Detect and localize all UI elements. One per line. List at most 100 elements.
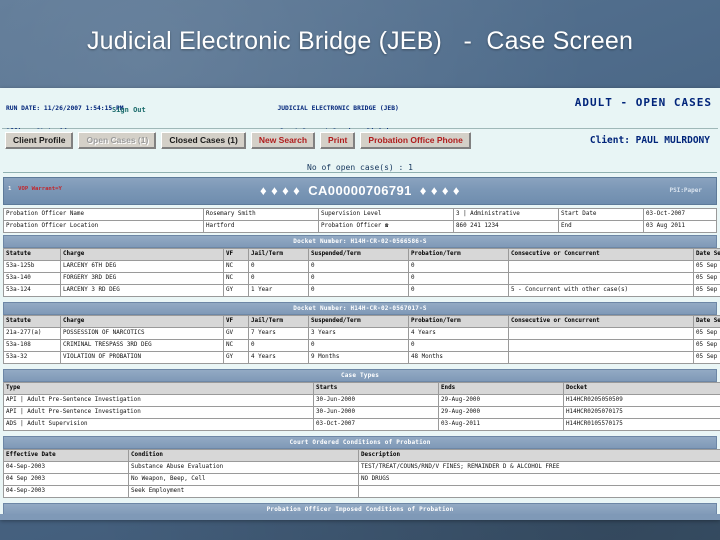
table-cell: GY [223,351,249,364]
column-header: Ends [438,382,564,395]
table-cell: H14HCR0205050509 [563,394,720,407]
table-cell: 04 Sep 2003 [3,473,129,486]
table-cell: 05 Sep 2003 [693,351,720,364]
table-cell: GV [223,327,249,340]
po-phone-value: 860 241 1234 [453,220,559,233]
table-row[interactable]: 04-Sep-2003 Substance Abuse Evaluation TES… [3,461,720,474]
column-header: Statute [3,248,61,261]
table-cell: 21a-277(a) [3,327,61,340]
table-cell: CRIMINAL TRESPASS 3RD DEG [60,339,224,352]
end-date-value: 03 Aug 2011 [643,220,717,233]
table-cell: GY [223,284,249,297]
column-header: Effective Date [3,449,129,462]
section-title: Court Ordered Conditions of Probation [3,436,717,449]
column-header: Charge [60,248,224,261]
table-cell: 53a-124 [3,284,61,297]
table-row[interactable]: 21a-277(a) POSSESSION OF NARCOTICS GV 7 Yea… [3,327,720,340]
column-header: Description [358,449,720,462]
table-cell [358,485,720,498]
table-row: Probation Officer Location Hartford Prob… [3,220,717,233]
status-bar [0,514,720,520]
data-table: Type Starts Ends Docket API | Adult Pre-Sent… [3,382,720,431]
toolbar-button-probation-office-phone[interactable]: Probation Office Phone [360,132,471,149]
table-cell: LARCENY 3 RD DEG [60,284,224,297]
section-title: Docket Number: H14H-CR-02-0567017-S [3,302,717,315]
table-cell: 7 Years [248,327,309,340]
table-cell: 0 [308,260,409,273]
open-case-count: No of open case(s) : 1 [307,163,413,172]
table-row[interactable]: 53a-32 VIOLATION OF PROBATION GY 4 Years 9 M… [3,351,720,364]
run-date: RUN DATE: 11/26/2007 1:54:15 PM [6,105,124,113]
column-header: Condition [128,449,359,462]
table-cell: Substance Abuse Evaluation [128,461,359,474]
column-header: Type [3,382,314,395]
table-cell: 05 Sep 2003 [693,284,720,297]
table-row[interactable]: 53a-125bLARCENY 6TH DEGNC00005 Sep 2003 [3,260,720,273]
table-row[interactable]: 04 Sep 2003 No Weapon, Beep, Cell NO DRUGS [3,473,720,486]
table-cell: 48 Months [408,351,509,364]
table-cell: 1 Year [248,284,309,297]
table-cell: 05 Sep 2003 [693,272,720,285]
page-title: Judicial Electronic Bridge (JEB) - Case … [86,27,634,55]
case-banner[interactable]: 1 VOP Warrant=Y ♦ ♦ ♦ ♦ CA00000706791 ♦ … [3,177,717,205]
column-header: Docket [563,382,720,395]
table-cell: 30-Jun-2000 [313,406,439,419]
dots-right: ♦ ♦ ♦ ♦ [419,183,460,198]
toolbar-button-client-profile[interactable]: Client Profile [5,132,74,149]
toolbar-button-print[interactable]: Print [320,132,356,149]
po-name-label: Probation Officer Name [3,208,204,221]
table-cell: 4 Years [248,351,309,364]
table-row[interactable]: API | Adult Pre-Sentence Investigation 30… [3,394,720,407]
table-cell: 53a-140 [3,272,61,285]
mode-label: ADULT - OPEN CASES [574,96,712,109]
table-cell: 29-Aug-2000 [438,394,564,407]
po-phone-label: Probation Officer ☎ [318,220,454,233]
table-row[interactable]: 04-Sep-2003 Seek Employment [3,485,720,498]
section-title: Case Types [3,369,717,382]
column-header: Charge [60,315,224,328]
sign-out-link[interactable]: Sign Out [112,106,146,114]
case-detail-sections: Docket Number: H14H-CR-02-0566586-S Statu… [0,235,720,520]
section-title: Docket Number: H14H-CR-02-0566586-S [3,235,717,248]
table-cell: 0 [408,284,509,297]
table-cell: 53a-108 [3,339,61,352]
table-cell: 03-Aug-2011 [438,418,564,431]
table-cell: 0 [308,339,409,352]
column-header: Suspended/Term [308,315,409,328]
table-cell: API | Adult Pre-Sentence Investigation [3,394,314,407]
table-row: Probation Officer Name Rosemary Smith Su… [3,208,717,221]
table-header-row: Effective DateConditionDescription [3,449,720,462]
table-cell: 0 [308,284,409,297]
column-header: Probation/Term [408,248,509,261]
table-cell: 5 - Concurrent with other case(s) [508,284,694,297]
table-row[interactable]: ADS | Adult Supervision 03-Oct-2007 03-Aug… [3,418,720,431]
table-row[interactable]: 53a-140FORGERY 3RD DEGNC00005 Sep 2003 [3,272,720,285]
table-cell: 53a-125b [3,260,61,273]
toolbar-button-new-search[interactable]: New Search [250,132,316,149]
toolbar-button-closed-cases-1[interactable]: Closed Cases (1) [161,132,246,149]
table-row[interactable]: 53a-124 LARCENY 3 RD DEG GY 1 Year 0 0 5 - Con… [3,284,720,297]
table-cell: 3 Years [308,327,409,340]
table-header-row: Statute Charge VF Jail/Term Suspended/Term Pr… [3,248,720,261]
column-header: VF [223,248,249,261]
table-cell: POSSESSION OF NARCOTICS [60,327,224,340]
app-header: RUN DATE: 11/26/2007 1:54:15 PM Office: … [0,88,720,158]
table-cell: FORGERY 3RD DEG [60,272,224,285]
org-line-1: JUDICIAL ELECTRONIC BRIDGE (JEB) [277,105,399,113]
table-cell [508,339,694,352]
po-name-value: Rosemary Smith [203,208,319,221]
column-header: Jail/Term [248,315,309,328]
end-date-label: End [558,220,644,233]
probation-officer-table: Probation Officer Name Rosemary Smith Su… [3,208,717,233]
start-date-value: 03-Oct-2007 [643,208,717,221]
table-cell: 53a-32 [3,351,61,364]
case-count-row: No of open case(s) : 1 Client: PAUL MULR… [0,135,720,172]
table-row[interactable]: API | Adult Pre-Sentence Investigation 30… [3,406,720,419]
table-cell: No Weapon, Beep, Cell [128,473,359,486]
table-cell: NC [223,272,249,285]
column-header: Statute [3,315,61,328]
table-row[interactable]: 53a-108 CRIMINAL TRESPASS 3RD DEG NC 0 0 0 05 … [3,339,720,352]
table-cell: 0 [408,272,509,285]
table-cell: 4 Years [408,327,509,340]
data-table: Statute Charge VF Jail/Term Suspended/Term Pr… [3,315,720,364]
